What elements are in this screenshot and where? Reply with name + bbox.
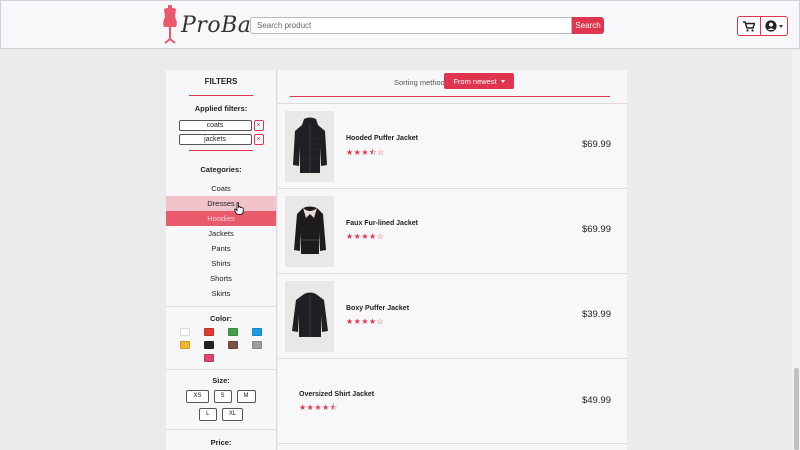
- product-image[interactable]: [285, 196, 334, 267]
- filters-title: FILTERS: [204, 77, 238, 86]
- color-swatch[interactable]: [180, 341, 190, 349]
- user-controls: [737, 16, 788, 36]
- color-swatch[interactable]: [180, 328, 190, 336]
- chevron-down-icon: [779, 24, 783, 28]
- category-item-dresses[interactable]: Dresses: [166, 196, 276, 211]
- divider: [166, 429, 276, 430]
- product-name[interactable]: Hooded Puffer Jacket: [346, 135, 418, 142]
- sort-bar: Sorting method: From newest: [278, 70, 627, 104]
- category-item-coats[interactable]: Coats: [166, 181, 276, 196]
- category-item-hoodies[interactable]: Hoodies: [166, 211, 276, 226]
- size-option-m[interactable]: M: [236, 390, 256, 403]
- product-price: $39.99: [581, 309, 611, 320]
- sort-value: From newest: [453, 76, 497, 86]
- divider: [189, 95, 253, 96]
- jacket-icon: [291, 292, 328, 337]
- category-item-jackets[interactable]: Jackets: [166, 226, 276, 241]
- divider: [189, 150, 253, 151]
- color-title: Color:: [209, 314, 233, 323]
- jacket-icon: [293, 206, 326, 254]
- divider: [290, 96, 610, 97]
- size-option-xl[interactable]: XL: [221, 408, 244, 421]
- top-navbar: ProBaz Search: [0, 0, 800, 49]
- categories-title: Categories:: [200, 165, 242, 174]
- sort-label: Sorting method:: [394, 78, 447, 87]
- star-rating: ★★★★⯪: [299, 403, 338, 412]
- divider: [166, 306, 276, 307]
- search-button[interactable]: Search: [572, 17, 604, 34]
- product-price: $49.99: [581, 395, 611, 406]
- product-name[interactable]: Oversized Shirt Jacket: [299, 391, 374, 398]
- product-name[interactable]: Faux Fur-lined Jacket: [346, 220, 418, 227]
- product-price: $69.99: [581, 139, 611, 150]
- category-item-pants[interactable]: Pants: [166, 241, 276, 256]
- product-row[interactable]: Oversized Shirt Jacket ★★★★⯪ $49.99: [278, 359, 627, 444]
- star-rating: ★★★⯪☆: [346, 148, 385, 157]
- color-swatch[interactable]: [204, 354, 214, 362]
- scrollbar-thumb[interactable]: [794, 368, 799, 450]
- star-rating: ★★★★☆: [346, 232, 385, 241]
- applied-filters-title: Applied filters:: [194, 104, 248, 113]
- brand-logo[interactable]: ProBaz: [161, 5, 263, 45]
- cart-icon: [743, 20, 755, 32]
- color-swatch[interactable]: [204, 328, 214, 336]
- star-rating: ★★★★☆: [346, 317, 385, 326]
- applied-filter-chip: coats: [178, 120, 252, 131]
- color-swatch[interactable]: [228, 328, 238, 336]
- product-row[interactable]: Hooded Puffer Jacket ★★★⯪☆ $69.99: [278, 104, 627, 189]
- product-image[interactable]: [285, 111, 334, 182]
- color-swatch[interactable]: [228, 341, 238, 349]
- color-swatch[interactable]: [252, 341, 262, 349]
- user-circle-icon: [765, 20, 777, 32]
- remove-filter-button[interactable]: ×: [253, 120, 264, 131]
- category-item-shorts[interactable]: Shorts: [166, 271, 276, 286]
- size-option-xs[interactable]: XS: [186, 390, 209, 403]
- cart-button[interactable]: [737, 16, 761, 36]
- category-item-skirts[interactable]: Skirts: [166, 286, 276, 301]
- size-options: XS S M L XL: [166, 390, 276, 421]
- jacket-icon: [292, 117, 327, 173]
- size-title: Size:: [212, 376, 230, 385]
- applied-filter: coats ×: [166, 120, 276, 131]
- product-price: $69.99: [581, 224, 611, 235]
- price-title: Price:: [210, 438, 232, 447]
- search-bar: Search: [250, 17, 604, 34]
- applied-filter-chip: jackets: [178, 134, 252, 145]
- hand-cursor-icon: [234, 202, 244, 215]
- size-option-l[interactable]: L: [198, 408, 217, 421]
- category-item-shirts[interactable]: Shirts: [166, 256, 276, 271]
- account-dropdown-button[interactable]: [761, 16, 788, 36]
- product-list-panel: Sorting method: From newest Hooded Puffe…: [278, 70, 627, 450]
- chevron-down-icon: [500, 79, 505, 83]
- product-image[interactable]: [285, 281, 334, 352]
- product-name[interactable]: Boxy Puffer Jacket: [346, 305, 409, 312]
- size-option-s[interactable]: S: [213, 390, 232, 403]
- color-swatch[interactable]: [252, 328, 262, 336]
- category-list: Coats Dresses Hoodies Jackets Pants Shir…: [166, 181, 276, 301]
- remove-filter-button[interactable]: ×: [253, 134, 264, 145]
- applied-filter: jackets ×: [166, 134, 276, 145]
- filters-sidebar: FILTERS Applied filters: coats × jackets…: [166, 70, 277, 450]
- dress-form-icon: [163, 5, 177, 44]
- product-row[interactable]: Faux Fur-lined Jacket ★★★★☆ $69.99: [278, 189, 627, 274]
- product-row[interactable]: Boxy Puffer Jacket ★★★★☆ $39.99: [278, 274, 627, 359]
- color-swatch[interactable]: [204, 341, 214, 349]
- sort-dropdown-button[interactable]: From newest: [444, 73, 514, 89]
- divider: [166, 369, 276, 370]
- color-swatches: [166, 328, 276, 362]
- search-input[interactable]: [250, 17, 572, 34]
